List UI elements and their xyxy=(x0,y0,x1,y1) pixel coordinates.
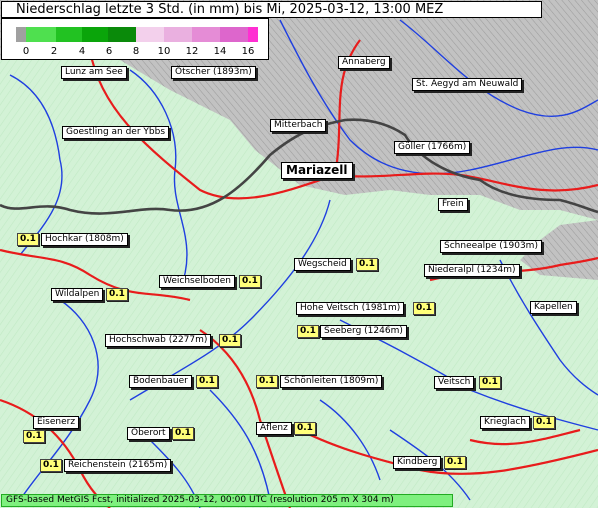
place-label-reichenstein: Reichenstein (2165m) xyxy=(64,459,172,472)
legend-tick: 0 xyxy=(22,46,30,57)
place-label-annaberg: Annaberg xyxy=(338,56,390,69)
place-label-wildalpen: Wildalpen xyxy=(51,288,104,301)
legend-tick: 10 xyxy=(157,46,171,57)
legend-tick: 4 xyxy=(78,46,86,57)
place-label-kapellen: Kapellen xyxy=(530,301,577,314)
place-label-mariazell: Mariazell xyxy=(281,162,353,179)
place-label-seeberg: Seeberg (1246m) xyxy=(320,325,407,338)
legend-bar-1 xyxy=(26,27,56,42)
place-label-schoenleiten: Schönleiten (1809m) xyxy=(280,375,383,388)
place-label-schneealpe: Schneealpe (1903m) xyxy=(440,240,542,253)
legend-tick: 14 xyxy=(213,46,227,57)
legend-tick: 8 xyxy=(132,46,140,57)
legend-bar-2 xyxy=(56,27,82,42)
legend-bar-9 xyxy=(248,27,258,42)
legend-bar-6 xyxy=(164,27,192,42)
place-label-hochkar: Hochkar (1808m) xyxy=(41,233,128,246)
value-badge-kindberg: 0.1 xyxy=(444,456,466,469)
place-label-goestling: Goestling an der Ybbs xyxy=(62,126,170,139)
place-label-aflenz: Aflenz xyxy=(256,422,292,435)
place-label-krieglach: Krieglach xyxy=(480,416,531,429)
legend-bar-5 xyxy=(136,27,164,42)
value-badge-krieglach: 0.1 xyxy=(533,416,555,429)
precip-legend: 0 2 4 6 8 10 12 14 16 xyxy=(1,18,269,60)
place-label-kindberg: Kindberg xyxy=(393,456,442,469)
forecast-footer: GFS-based MetGIS Fcst, initialized 2025-… xyxy=(1,494,453,507)
place-label-eisenerz: Eisenerz xyxy=(33,416,80,429)
value-badge-reichenstein: 0.1 xyxy=(40,459,62,472)
value-badge-seeberg: 0.1 xyxy=(297,325,319,338)
place-label-niederalpl: Niederalpl (1234m) xyxy=(424,264,520,277)
place-label-bodenbauer: Bodenbauer xyxy=(129,375,192,388)
place-label-goeller: Göller (1766m) xyxy=(394,141,471,154)
value-badge-weichselboden: 0.1 xyxy=(239,275,261,288)
value-badge-eisenerz: 0.1 xyxy=(23,430,45,443)
legend-tick: 6 xyxy=(105,46,113,57)
place-label-mitterbach: Mitterbach xyxy=(270,119,327,132)
map-title: Niederschlag letzte 3 Std. (in mm) bis M… xyxy=(1,1,542,18)
value-badge-hochkar: 0.1 xyxy=(17,233,39,246)
value-badge-wegscheid: 0.1 xyxy=(356,258,378,271)
legend-bar-3 xyxy=(82,27,108,42)
legend-tick: 2 xyxy=(50,46,58,57)
value-badge-hochschwab: 0.1 xyxy=(219,334,241,347)
value-badge-veitsch: 0.1 xyxy=(479,376,501,389)
legend-tick: 16 xyxy=(241,46,255,57)
legend-bar-0 xyxy=(16,27,26,42)
place-label-lunz: Lunz am See xyxy=(61,66,127,79)
place-label-wegscheid: Wegscheid xyxy=(294,258,351,271)
value-badge-bodenbauer: 0.1 xyxy=(196,375,218,388)
place-label-aegyd: St. Aegyd am Neuwald xyxy=(412,78,523,91)
legend-bar-4 xyxy=(108,27,136,42)
legend-bar-7 xyxy=(192,27,220,42)
value-badge-hoheveitsch: 0.1 xyxy=(413,302,435,315)
place-label-hoheveitsch: Hohe Veitsch (1981m) xyxy=(296,302,405,315)
value-badge-aflenz: 0.1 xyxy=(294,422,316,435)
value-badge-oberort: 0.1 xyxy=(172,427,194,440)
legend-tick: 12 xyxy=(185,46,199,57)
place-label-hochschwab: Hochschwab (2277m) xyxy=(105,334,212,347)
place-label-veitsch: Veitsch xyxy=(434,376,475,389)
place-label-oberort: Oberort xyxy=(127,427,170,440)
place-label-frein: Frein xyxy=(438,198,468,211)
value-badge-wildalpen: 0.1 xyxy=(106,288,128,301)
place-label-weichselboden: Weichselboden xyxy=(159,275,235,288)
value-badge-schoenleiten: 0.1 xyxy=(256,375,278,388)
place-label-oetscher: Ötscher (1893m) xyxy=(171,66,256,79)
legend-bar-8 xyxy=(220,27,248,42)
